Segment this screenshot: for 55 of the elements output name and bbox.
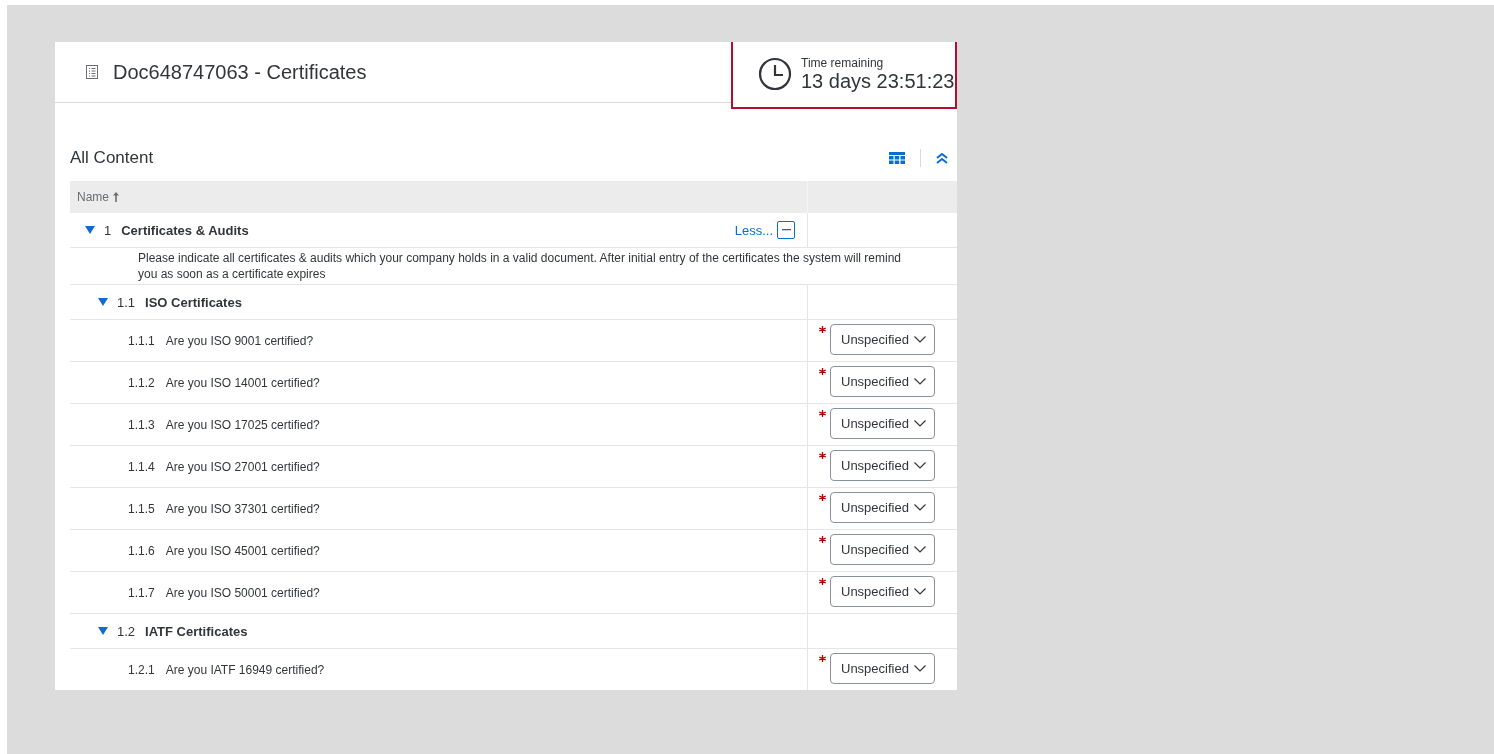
answer-dropdown[interactable]: Unspecified <box>830 653 935 684</box>
timer-label: Time remaining <box>801 55 885 70</box>
answer-dropdown[interactable]: Unspecified <box>830 576 935 607</box>
subsection-heading: IATF Certificates <box>145 623 248 639</box>
minus-icon <box>781 229 791 231</box>
question-number: 1.1.1 <box>128 333 155 348</box>
table-settings-icon[interactable] <box>889 152 905 164</box>
question-number: 1.1.2 <box>128 375 155 390</box>
answer-dropdown[interactable]: Unspecified <box>830 408 935 439</box>
chevron-down-icon <box>914 378 926 385</box>
expanded-triangle-icon[interactable] <box>98 297 108 307</box>
question-text: Are you ISO 50001 certified? <box>165 585 320 600</box>
column-header[interactable]: Name <box>70 190 109 204</box>
collapse-icon[interactable] <box>936 152 948 164</box>
subsection-heading: ISO Certificates <box>145 294 242 310</box>
collapse-description-button[interactable] <box>777 221 795 239</box>
less-link[interactable]: Less... <box>734 222 773 238</box>
document-list-icon <box>86 65 98 79</box>
question-text: Are you ISO 9001 certified? <box>165 333 314 348</box>
question-text: Are you ISO 27001 certified? <box>165 459 320 474</box>
answer-dropdown[interactable]: Unspecified <box>830 366 935 397</box>
question-text: Are you ISO 37301 certified? <box>165 501 320 516</box>
subsection-number: 1.2 <box>117 623 136 639</box>
question-number: 1.1.4 <box>128 459 155 474</box>
section-heading: Certificates & Audits <box>121 222 249 238</box>
chevron-down-icon <box>914 665 926 672</box>
question-number: 1.1.6 <box>128 543 155 558</box>
subsection-number: 1.1 <box>117 294 136 310</box>
expanded-triangle-icon[interactable] <box>85 225 95 235</box>
chevron-down-icon <box>914 546 926 553</box>
chevron-down-icon <box>914 336 926 343</box>
answer-dropdown[interactable]: Unspecified <box>830 324 935 355</box>
chevron-down-icon <box>914 462 926 469</box>
page-title: Doc648747063 - Certificates <box>113 60 367 84</box>
chevron-down-icon <box>914 420 926 427</box>
expanded-triangle-icon[interactable] <box>98 626 108 636</box>
clock-icon <box>758 57 792 91</box>
question-number: 1.1.7 <box>128 585 155 600</box>
answer-dropdown[interactable]: Unspecified <box>830 450 935 481</box>
question-text: Are you ISO 45001 certified? <box>165 543 320 558</box>
section-title: All Content <box>70 148 155 168</box>
question-number: 1.1.5 <box>128 501 155 516</box>
timer-value: 13 days 23:51:23 <box>801 69 955 93</box>
question-text: Are you ISO 17025 certified? <box>165 417 320 432</box>
question-text: Are you ISO 14001 certified? <box>165 375 320 390</box>
sort-arrow-icon[interactable] <box>113 192 119 202</box>
answer-dropdown[interactable]: Unspecified <box>830 492 935 523</box>
section-description: Please indicate all certificates & audits which your company holds in a valid document. After initial entry of the certificates the system will remind you as soon as a certificate expires <box>138 250 903 282</box>
question-number: 1.1.3 <box>128 417 155 432</box>
question-number: 1.2.1 <box>128 662 155 677</box>
answer-dropdown[interactable]: Unspecified <box>830 534 935 565</box>
section-number: 1 <box>104 222 112 238</box>
chevron-down-icon <box>914 504 926 511</box>
chevron-down-icon <box>914 588 926 595</box>
question-text: Are you IATF 16949 certified? <box>165 662 325 677</box>
